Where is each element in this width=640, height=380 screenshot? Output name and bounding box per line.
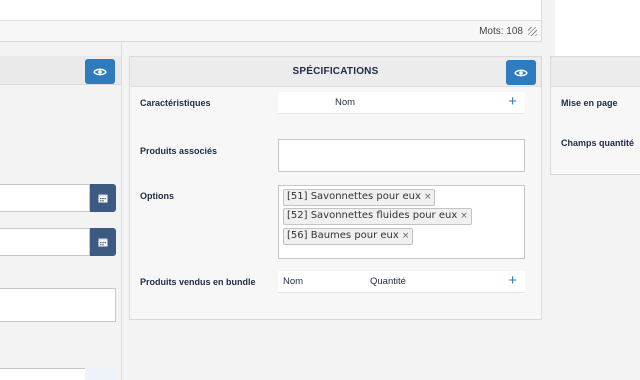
characteristics-label: Caractéristiques [140,98,211,108]
bundle-products-label: Produits vendus en bundle [140,277,256,287]
editor-status-bar: Mots: 108 [0,20,542,42]
plus-icon: + [508,93,517,110]
calendar-icon [98,238,108,247]
resize-handle-icon[interactable] [528,27,537,36]
characteristics-name-column: Nom [335,97,356,108]
start-date-calendar-button[interactable] [90,184,116,212]
specifications-title: SPÉCIFICATIONS [292,66,379,77]
start-date-input[interactable] [0,184,90,212]
end-date-row [0,228,116,256]
quantity-fields-label: Champs quantité [561,138,635,148]
left-text-field[interactable] [0,288,116,322]
bundle-name-column: Nom [283,276,304,287]
eye-icon [514,69,528,76]
word-count: Mots: 108 [479,26,523,37]
associated-products-label: Produits associés [140,146,218,156]
left-visibility-button[interactable] [85,59,115,84]
eye-icon [93,68,107,75]
option-tag-label: [51] Savonnettes pour eux [287,191,421,202]
right-panel: Mise en page Champs quantité [550,56,640,175]
calendar-icon [98,194,108,203]
right-panel-header [551,57,640,87]
text-editor-area[interactable] [0,0,542,20]
end-date-calendar-button[interactable] [90,228,116,256]
add-bundle-product-button[interactable]: + [508,272,517,290]
bundle-table-header: Nom Quantité + [278,271,525,293]
options-multiselect[interactable]: [51] Savonnettes pour eux × [52] Savonnet… [278,185,525,259]
close-icon[interactable]: × [424,192,432,202]
option-tag: [52] Savonnettes fluides pour eux × [283,208,472,225]
close-icon[interactable]: × [460,211,468,221]
specifications-header: SPÉCIFICATIONS [130,57,541,87]
column-divider [121,42,122,380]
plus-icon: + [508,272,517,289]
start-date-row [0,184,116,212]
left-panel-header [0,56,121,85]
option-tag: [51] Savonnettes pour eux × [283,189,436,206]
close-icon[interactable]: × [402,231,410,241]
layout-label: Mise en page [561,98,618,108]
associated-products-input[interactable] [278,139,525,172]
option-tag: [56] Baumes pour eux × [283,228,414,245]
option-tag-label: [56] Baumes pour eux [287,230,399,241]
add-characteristic-button[interactable]: + [508,93,517,111]
left-panel [0,56,121,380]
option-tag-label: [52] Savonnettes fluides pour eux [287,210,458,221]
right-blank-area [555,0,640,56]
specifications-visibility-button[interactable] [506,60,536,85]
bundle-quantity-column: Quantité [370,276,406,287]
end-date-input[interactable] [0,228,90,256]
options-label: Options [140,191,174,201]
left-bottom-cell [85,368,116,380]
characteristics-table-header: Nom + [278,92,525,114]
specifications-panel: SPÉCIFICATIONS Caractéristiques Nom + Pr… [129,56,542,320]
